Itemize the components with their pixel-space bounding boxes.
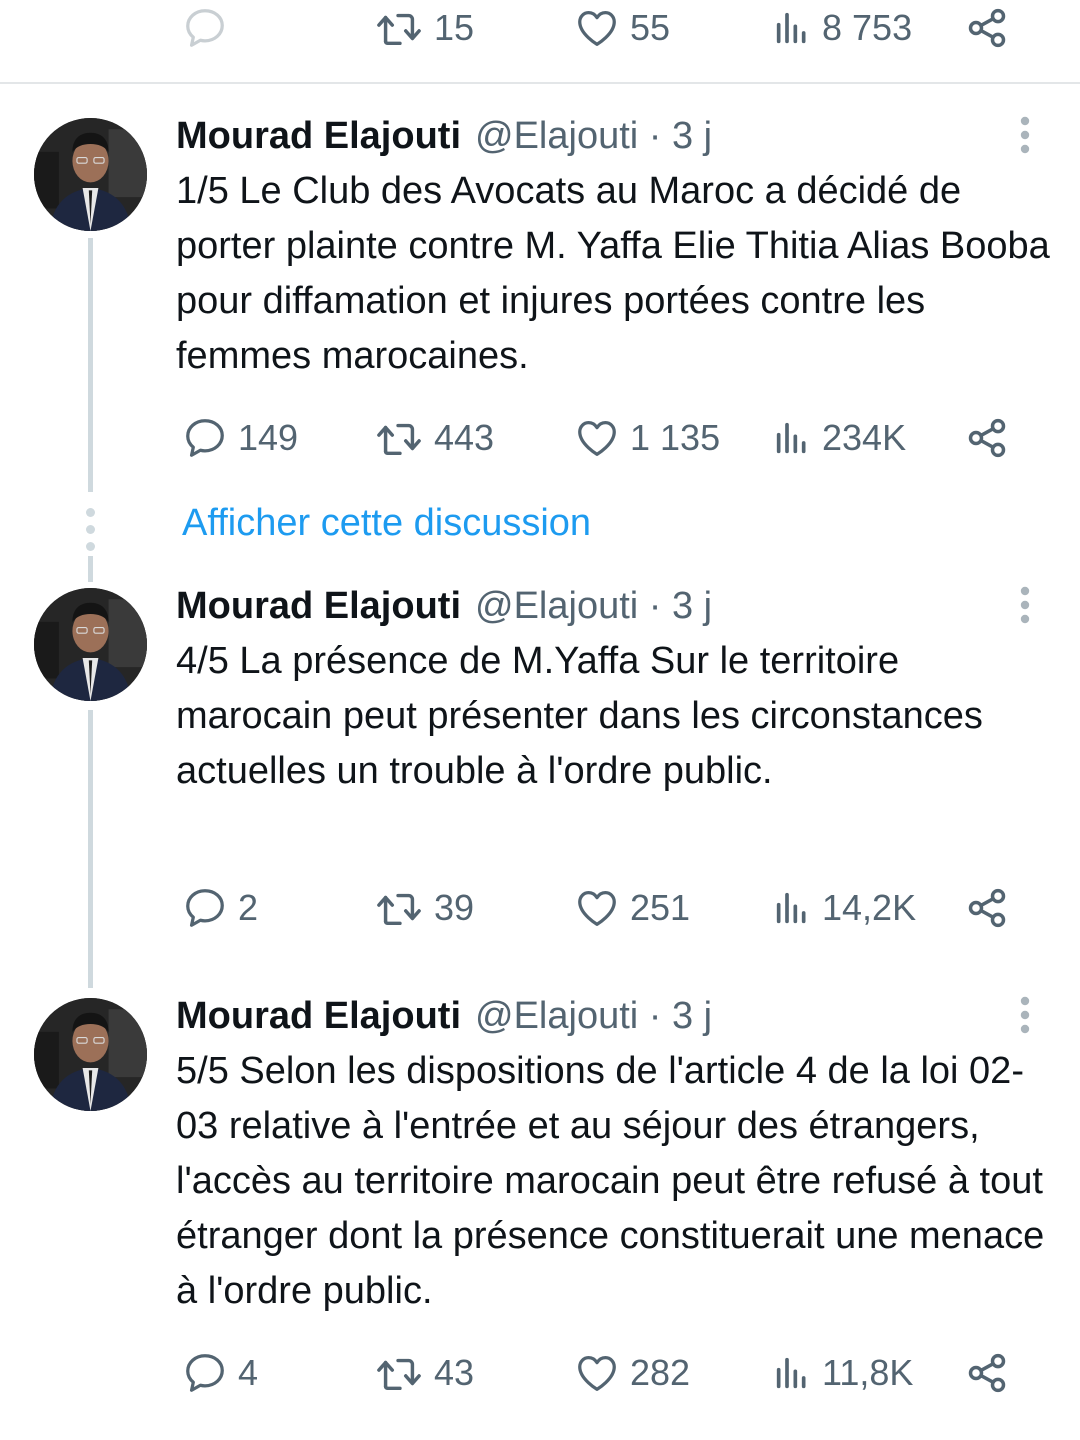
share-button[interactable] [965, 0, 1009, 56]
share-button[interactable] [965, 410, 1009, 466]
views-count: 14,2K [822, 887, 917, 928]
reply-button[interactable] [182, 0, 238, 56]
views-icon [772, 888, 812, 928]
reply-button[interactable]: 4 [182, 1345, 258, 1401]
like-button[interactable]: 55 [574, 0, 670, 56]
retweet-icon [374, 885, 424, 931]
thread-line [88, 710, 93, 988]
retweet-button[interactable]: 39 [374, 880, 474, 936]
views-icon [772, 8, 812, 48]
share-button[interactable] [965, 1345, 1009, 1401]
views-button[interactable]: 234K [772, 410, 906, 466]
author-handle-time: @Elajouti · 3 j [475, 114, 713, 157]
heart-icon [574, 1350, 620, 1396]
heart-icon [574, 5, 620, 51]
retweet-icon [374, 5, 424, 51]
share-icon [965, 416, 1009, 460]
author-handle-time: @Elajouti · 3 j [475, 584, 713, 627]
views-button[interactable]: 11,8K [772, 1345, 913, 1401]
retweet-icon [374, 1350, 424, 1396]
like-button[interactable]: 282 [574, 1345, 690, 1401]
more-icon[interactable] [1018, 994, 1032, 1036]
like-count: 251 [630, 887, 691, 928]
tweet-header: Mourad Elajouti @Elajouti · 3 j [176, 112, 712, 160]
views-icon [772, 418, 812, 458]
share-icon [965, 886, 1009, 930]
retweet-icon [374, 415, 424, 461]
views-count: 8 753 [822, 7, 913, 48]
views-button[interactable]: 8 753 [772, 0, 912, 56]
author-name[interactable]: Mourad Elajouti [176, 995, 461, 1038]
author-name[interactable]: Mourad Elajouti [176, 585, 461, 628]
avatar[interactable] [34, 118, 147, 231]
like-count: 282 [630, 1352, 691, 1393]
reply-icon [182, 415, 228, 461]
previous-tweet-actions: 15 55 8 753 [0, 0, 1080, 84]
more-icon[interactable] [1018, 114, 1032, 156]
like-button[interactable]: 251 [574, 880, 690, 936]
retweet-button[interactable]: 43 [374, 1345, 474, 1401]
heart-icon [574, 885, 620, 931]
reply-count: 2 [238, 887, 259, 928]
like-count: 55 [630, 7, 671, 48]
show-thread-link[interactable]: Afficher cette discussion [182, 502, 591, 545]
author-handle-time: @Elajouti · 3 j [475, 994, 713, 1037]
share-icon [965, 6, 1009, 50]
tweet-header: Mourad Elajouti @Elajouti · 3 j [176, 992, 712, 1040]
share-button[interactable] [965, 880, 1009, 936]
thread-gap-dots [84, 508, 96, 551]
retweet-count: 15 [434, 7, 475, 48]
reply-button[interactable]: 149 [182, 410, 298, 466]
reply-icon [182, 5, 228, 51]
reply-count: 149 [238, 417, 299, 458]
reply-icon [182, 885, 228, 931]
retweet-button[interactable]: 443 [374, 410, 494, 466]
views-count: 11,8K [822, 1352, 914, 1393]
avatar[interactable] [34, 588, 147, 701]
views-count: 234K [822, 417, 907, 458]
retweet-count: 443 [434, 417, 495, 458]
reply-button[interactable]: 2 [182, 880, 258, 936]
avatar[interactable] [34, 998, 147, 1111]
retweet-count: 39 [434, 887, 475, 928]
tweet-text: 4/5 La présence de M.Yaffa Sur le territ… [176, 640, 983, 792]
more-icon[interactable] [1018, 584, 1032, 626]
tweet-text: 1/5 Le Club des Avocats au Maroc a décid… [176, 170, 1050, 377]
views-icon [772, 1353, 812, 1393]
retweet-button[interactable]: 15 [374, 0, 474, 56]
share-icon [965, 1351, 1009, 1395]
reply-icon [182, 1350, 228, 1396]
views-button[interactable]: 14,2K [772, 880, 916, 936]
tweet-header: Mourad Elajouti @Elajouti · 3 j [176, 582, 712, 630]
tweet-text: 5/5 Selon les dispositions de l'article … [176, 1050, 1045, 1312]
heart-icon [574, 415, 620, 461]
retweet-count: 43 [434, 1352, 475, 1393]
thread-line [88, 238, 93, 492]
reply-count: 4 [238, 1352, 259, 1393]
thread-line [88, 556, 93, 582]
like-button[interactable]: 1 135 [574, 410, 720, 466]
author-name[interactable]: Mourad Elajouti [176, 115, 461, 158]
like-count: 1 135 [630, 417, 721, 458]
